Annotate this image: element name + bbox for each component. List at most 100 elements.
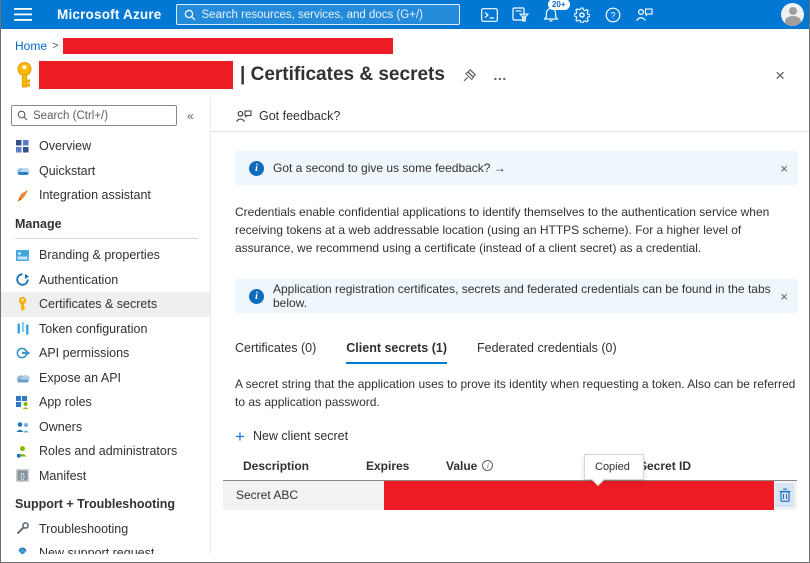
- sidebar-item-label: Overview: [39, 139, 91, 153]
- sidebar-item-manifest[interactable]: {} Manifest: [1, 464, 210, 489]
- delete-secret-button[interactable]: [775, 483, 794, 507]
- svg-text:?: ?: [611, 10, 616, 20]
- search-icon: [17, 110, 28, 121]
- azure-portal-window: Microsoft Azure 20+ ?: [0, 0, 810, 563]
- sidebar-item-branding-properties[interactable]: Branding & properties: [1, 243, 210, 268]
- sidebar-collapse-icon[interactable]: «: [187, 109, 194, 123]
- sidebar-item-label: Authentication: [39, 273, 118, 287]
- sidebar-item-app-roles[interactable]: App roles: [1, 390, 210, 415]
- topbar-icon-group: 20+ ?: [474, 0, 660, 29]
- new-client-secret-button[interactable]: + New client secret: [235, 428, 348, 445]
- breadcrumb: Home >: [1, 29, 809, 54]
- sidebar-item-quickstart[interactable]: Quickstart: [1, 159, 210, 184]
- sidebar-item-label: Expose an API: [39, 371, 121, 385]
- cloud-icon: [15, 370, 30, 385]
- sidebar-item-label: Certificates & secrets: [39, 297, 157, 311]
- redacted-app-title: [39, 61, 233, 89]
- owners-people-icon: [15, 419, 30, 434]
- sidebar-section-support: Support + Troubleshooting: [1, 492, 210, 517]
- tabs-info-text: Application registration certificates, s…: [273, 282, 780, 310]
- sidebar-item-token-configuration[interactable]: Token configuration: [1, 317, 210, 342]
- notifications-bell-icon[interactable]: 20+: [536, 0, 567, 29]
- table-row[interactable]: Secret ABC: [223, 481, 797, 510]
- client-secrets-table: Description Expires Value i Secret ID Se…: [223, 459, 797, 510]
- sidebar-item-api-permissions[interactable]: API permissions: [1, 341, 210, 366]
- sidebar-search-input[interactable]: [33, 110, 171, 122]
- tab-strip: Certificates (0) Client secrets (1) Fede…: [235, 341, 809, 364]
- tab-certificates[interactable]: Certificates (0): [235, 341, 316, 364]
- feedback-banner: i Got a second to give us some feedback?…: [235, 151, 798, 185]
- header-description: Description: [223, 459, 366, 473]
- pin-icon[interactable]: [462, 68, 477, 83]
- directory-filter-icon[interactable]: [505, 0, 536, 29]
- sidebar-item-new-support-request[interactable]: New support request: [1, 541, 210, 554]
- sidebar-item-troubleshooting[interactable]: Troubleshooting: [1, 517, 210, 542]
- key-icon: [15, 297, 30, 312]
- table-header-row: Description Expires Value i Secret ID: [223, 459, 797, 481]
- sidebar-item-certificates-secrets[interactable]: Certificates & secrets: [1, 292, 210, 317]
- feedback-icon: [235, 109, 252, 123]
- main-area: « Overview Quickstart Integration assist…: [1, 98, 809, 554]
- got-feedback-label: Got feedback?: [259, 109, 340, 123]
- sidebar-section-manage: Manage: [1, 212, 210, 237]
- sidebar-item-label: API permissions: [39, 346, 129, 360]
- secret-description-cell: Secret ABC: [223, 488, 298, 502]
- app-roles-icon: [15, 395, 30, 410]
- support-person-icon: [15, 546, 30, 554]
- copied-tooltip: Copied: [584, 454, 644, 480]
- info-icon: i: [249, 289, 264, 304]
- sidebar-item-label: Branding & properties: [39, 248, 160, 262]
- sidebar-item-expose-an-api[interactable]: Expose an API: [1, 366, 210, 391]
- tab-client-secrets[interactable]: Client secrets (1): [346, 341, 447, 364]
- breadcrumb-home-link[interactable]: Home: [15, 39, 47, 53]
- sidebar-item-integration-assistant[interactable]: Integration assistant: [1, 183, 210, 208]
- rocket-icon: [15, 188, 30, 203]
- cloud-shell-icon[interactable]: [474, 0, 505, 29]
- info-icon: i: [249, 161, 264, 176]
- authentication-icon: [15, 272, 30, 287]
- sidebar-nav: Overview Quickstart Integration assistan…: [1, 134, 210, 554]
- sidebar-item-label: New support request: [39, 546, 154, 554]
- hamburger-menu-icon[interactable]: [1, 0, 45, 29]
- content-pane: Got feedback? i Got a second to give us …: [211, 98, 809, 554]
- help-icon[interactable]: ?: [598, 0, 629, 29]
- search-icon: [184, 9, 196, 21]
- page-title-bar: | Certificates & secrets … ×: [1, 61, 809, 89]
- page-title: | Certificates & secrets: [240, 64, 445, 86]
- wrench-icon: [15, 521, 30, 536]
- global-search-input[interactable]: [202, 9, 452, 21]
- sidebar-search-box[interactable]: [11, 105, 177, 126]
- value-info-icon[interactable]: i: [482, 460, 493, 471]
- sidebar-item-authentication[interactable]: Authentication: [1, 268, 210, 293]
- trash-icon: [779, 488, 791, 502]
- redacted-secret-values: [384, 481, 774, 510]
- tab-federated-credentials[interactable]: Federated credentials (0): [477, 341, 617, 364]
- credentials-description: Credentials enable confidential applicat…: [235, 204, 801, 257]
- settings-gear-icon[interactable]: [567, 0, 598, 29]
- close-icon[interactable]: ×: [780, 290, 788, 303]
- avatar[interactable]: [781, 3, 804, 26]
- sliders-icon: [15, 321, 30, 336]
- breadcrumb-separator: >: [52, 40, 58, 52]
- sidebar-item-roles-administrators[interactable]: Roles and administrators: [1, 439, 210, 464]
- global-search-box[interactable]: [176, 4, 460, 25]
- close-icon[interactable]: ×: [780, 162, 788, 175]
- sidebar-item-label: Owners: [39, 420, 82, 434]
- api-permissions-icon: [15, 346, 30, 361]
- client-secret-description: A secret string that the application use…: [235, 376, 801, 412]
- sidebar: « Overview Quickstart Integration assist…: [1, 98, 211, 554]
- brand-title[interactable]: Microsoft Azure: [57, 7, 162, 22]
- key-icon: [15, 61, 34, 89]
- got-feedback-button[interactable]: Got feedback?: [235, 98, 809, 126]
- quickstart-cloud-icon: [15, 163, 30, 178]
- feedback-icon[interactable]: [629, 0, 660, 29]
- feedback-banner-text[interactable]: Got a second to give us some feedback? →: [273, 161, 506, 175]
- close-blade-icon[interactable]: ×: [775, 67, 785, 84]
- toolbar-divider: [211, 131, 809, 132]
- sidebar-item-label: Quickstart: [39, 164, 95, 178]
- more-options-icon[interactable]: …: [493, 67, 508, 83]
- sidebar-item-label: App roles: [39, 395, 92, 409]
- plus-icon: +: [235, 428, 245, 445]
- sidebar-item-owners[interactable]: Owners: [1, 415, 210, 440]
- sidebar-item-overview[interactable]: Overview: [1, 134, 210, 159]
